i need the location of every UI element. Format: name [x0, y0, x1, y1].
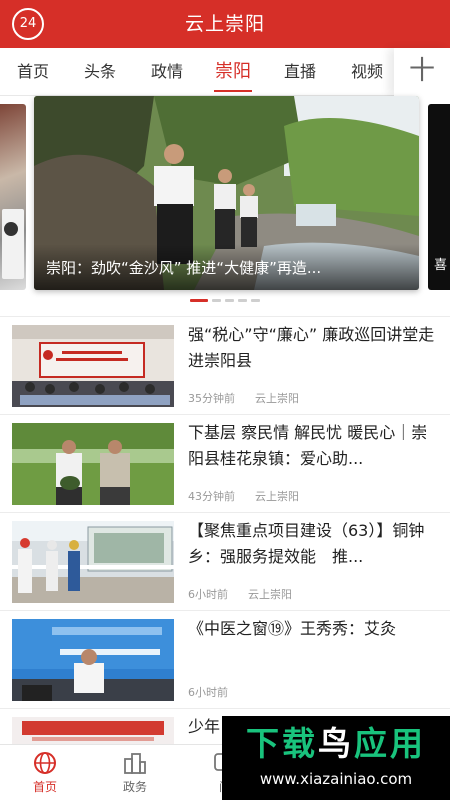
slide-caption: 崇阳：劲吹“金沙风” 推进“大健康”再造...	[46, 259, 322, 277]
carousel-slide[interactable]: 崇阳：劲吹“金沙风” 推进“大健康”再造...	[34, 96, 419, 290]
download-site-watermark: 下载鸟应用 www.xiazainiao.com	[222, 716, 450, 800]
tab-label: 直播	[283, 62, 316, 81]
tab-label: 崇阳	[215, 61, 251, 82]
tab-video[interactable]: 视频	[342, 48, 392, 96]
bottom-nav-government[interactable]: 政务	[90, 745, 180, 800]
next-slide-peek[interactable]: 喜	[428, 104, 450, 290]
watermark-title: 下载鸟应用	[230, 724, 442, 764]
news-time: 43分钟前	[188, 490, 235, 503]
globe-icon	[34, 752, 56, 774]
news-meta: 43分钟前 云上崇阳	[188, 488, 319, 504]
tab-politics[interactable]: 政情	[142, 48, 192, 96]
farmers-field-image	[12, 423, 174, 505]
app-header: 24 云上崇阳	[0, 0, 450, 48]
news-headline: 下基层 察民情 解民忧 暖民心｜崇阳县桂花泉镇：爱心助...	[188, 423, 428, 468]
construction-site-image	[12, 521, 174, 603]
bottom-nav-label: 政务	[122, 780, 147, 794]
channel-tab-bar: 首页 头条 政情 崇阳 直播 视频 十	[0, 48, 450, 96]
plus-icon: 十	[408, 56, 435, 86]
list-item[interactable]: 下基层 察民情 解民忧 暖民心｜崇阳县桂花泉镇：爱心助... 43分钟前 云上崇阳	[0, 414, 450, 512]
tab-label: 视频	[350, 62, 383, 81]
meeting-hall-image	[12, 325, 174, 407]
news-headline: 【聚焦重点项目建设（63）】铜钟乡：强服务提效能 推...	[188, 521, 425, 566]
buildings-icon	[124, 753, 146, 774]
bottom-nav-home[interactable]: 首页	[0, 745, 90, 800]
list-item[interactable]: 【聚焦重点项目建设（63）】铜钟乡：强服务提效能 推... 6小时前 云上崇阳	[0, 512, 450, 610]
featured-carousel[interactable]: 崇阳：劲吹“金沙风” 推进“大健康”再造... 喜	[0, 96, 450, 310]
watermark-url: www.xiazainiao.com	[259, 770, 413, 788]
pagination-dot[interactable]	[190, 299, 208, 302]
previous-slide-peek[interactable]	[0, 104, 26, 290]
news-headline: 《中医之窗⑲》王秀秀：艾灸	[188, 619, 397, 638]
active-tab-indicator	[214, 90, 252, 92]
news-time: 6小时前	[188, 588, 228, 601]
news-time: 35分钟前	[188, 392, 235, 405]
pagination-dot[interactable]	[251, 299, 260, 302]
bottom-nav-label: 首页	[32, 780, 57, 794]
news-source: 云上崇阳	[255, 392, 299, 405]
news-headline: 强“税心”守“廉心” 廉政巡回讲堂走进崇阳县	[188, 325, 435, 370]
pagination-dot[interactable]	[212, 299, 221, 302]
more-channels-button[interactable]: 十	[394, 48, 450, 96]
pagination-dot[interactable]	[238, 299, 247, 302]
watermark-text: 应用	[354, 724, 426, 763]
news-meta: 6小时前	[188, 684, 268, 700]
radio-studio-image	[12, 619, 174, 701]
tab-home[interactable]: 首页	[8, 48, 58, 96]
tab-live[interactable]: 直播	[275, 48, 325, 96]
list-item[interactable]: 《中医之窗⑲》王秀秀：艾灸 6小时前	[0, 610, 450, 708]
tab-label: 政情	[150, 62, 183, 81]
list-item[interactable]: 强“税心”守“廉心” 廉政巡回讲堂走进崇阳县 35分钟前 云上崇阳	[0, 316, 450, 414]
news-meta: 35分钟前 云上崇阳	[188, 390, 319, 406]
tab-label: 头条	[83, 62, 116, 81]
watermark-text: 鸟	[318, 724, 354, 763]
news-meta: 6小时前 云上崇阳	[188, 586, 312, 602]
tab-chongyang[interactable]: 崇阳	[208, 48, 258, 96]
pagination-dot[interactable]	[225, 299, 234, 302]
watermark-text: 下载	[246, 724, 318, 763]
app-title: 云上崇阳	[184, 13, 265, 35]
news-source: 云上崇阳	[255, 490, 299, 503]
news-time: 6小时前	[188, 686, 228, 699]
news-source: 云上崇阳	[248, 588, 292, 601]
tab-headlines[interactable]: 头条	[75, 48, 125, 96]
tab-label: 首页	[16, 62, 49, 81]
carousel-pagination	[0, 299, 450, 305]
